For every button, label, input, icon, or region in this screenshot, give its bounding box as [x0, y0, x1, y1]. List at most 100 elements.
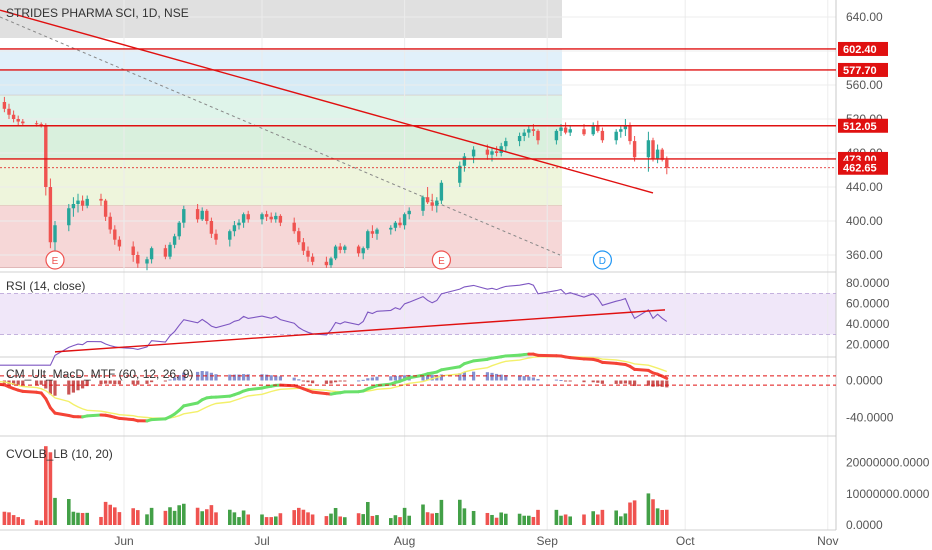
candle-body [485, 149, 490, 155]
candle-body [665, 159, 669, 168]
rsi-tick-label: 20.0000 [846, 338, 890, 352]
candle-body [522, 132, 526, 136]
candle-body [471, 149, 476, 157]
macd-histogram-bar [145, 380, 149, 384]
volume-bar [343, 517, 347, 525]
volume-bar [504, 513, 508, 525]
volume-bar [80, 512, 85, 525]
candle-body [11, 114, 16, 119]
macd-line-segment [150, 417, 167, 422]
volume-bar [370, 515, 375, 525]
rsi-tick-label: 60.0000 [846, 297, 890, 311]
volume-bar [149, 507, 154, 525]
rsi-tick-label: 40.0000 [846, 317, 890, 331]
macd-histogram-bar [651, 380, 655, 387]
rsi-pane-title: RSI (14, close) [6, 279, 85, 293]
macd-histogram-bar [495, 373, 499, 381]
volume-bar [596, 514, 600, 525]
candle-body [131, 246, 135, 255]
volume-bar [393, 515, 398, 525]
candle-body [145, 259, 149, 264]
macd-histogram-bar [311, 380, 315, 384]
volume-bar [619, 516, 623, 525]
volume-bar [228, 509, 232, 525]
volume-bar [205, 509, 209, 525]
rsi-band [0, 293, 836, 335]
volume-bar [85, 512, 89, 525]
macd-line-segment [472, 357, 489, 363]
macd-histogram-bar [39, 380, 43, 385]
volume-bar [53, 497, 57, 525]
candle-body [67, 208, 71, 226]
candle-body [591, 125, 595, 135]
candle-body [366, 231, 370, 249]
candle-body [531, 129, 536, 131]
macd-histogram-bar [113, 380, 117, 385]
macd-pane-title: CM_Ult_MacD_MTF (60, 12, 26, 9) [6, 367, 193, 381]
volume-bar [554, 509, 559, 525]
volume-bar [103, 501, 108, 525]
candle-body [205, 210, 209, 221]
candle-body [425, 197, 430, 203]
price-tag-label: 512.05 [843, 121, 877, 133]
volume-bar [16, 517, 20, 525]
macd-histogram-bar [71, 380, 75, 393]
volume-bar [490, 514, 494, 525]
candle-body [241, 214, 246, 223]
fib-zone [0, 125, 562, 159]
macd-histogram-bar [246, 374, 250, 381]
macd-histogram-bar [136, 380, 140, 385]
candle-body [619, 129, 623, 132]
fib-zone [0, 48, 562, 70]
macd-histogram-bar [531, 377, 535, 381]
event-marker-label: E [52, 256, 59, 267]
candle-body [494, 151, 499, 153]
candle-body [228, 231, 232, 240]
volume-bar [246, 514, 250, 525]
volume-bar [582, 514, 586, 525]
macd-histogram-bar [228, 374, 232, 381]
candle-body [108, 216, 112, 230]
macd-histogram-bar [242, 374, 246, 381]
candle-body [356, 246, 361, 254]
macd-histogram-bar [393, 375, 397, 381]
volume-bar [494, 517, 499, 525]
volume-bar [269, 517, 273, 525]
candle-body [310, 256, 315, 262]
candle-body [393, 222, 398, 228]
volume-bar [163, 510, 168, 525]
volume-bar [536, 509, 540, 525]
candle-body [39, 124, 43, 126]
fib-zone [0, 95, 562, 126]
price-tick-label: 360.00 [846, 248, 883, 262]
time-tick-label: Nov [817, 534, 838, 548]
volume-bar [655, 508, 660, 525]
candle-body [113, 229, 117, 240]
candle-body [517, 136, 522, 142]
macd-histogram-bar [324, 380, 328, 384]
candle-body [172, 236, 177, 245]
volume-bar [527, 515, 531, 525]
candle-body [324, 261, 329, 266]
candle-body [338, 246, 342, 250]
fib-zone [0, 69, 562, 96]
candle-body [596, 125, 600, 131]
macd-histogram-bar [53, 380, 57, 396]
volume-bar [71, 511, 76, 525]
macd-histogram-bar [278, 376, 282, 381]
macd-histogram-bar [554, 379, 558, 381]
candle-body [462, 156, 467, 166]
candle-body [651, 140, 655, 159]
macd-histogram-bar [297, 379, 301, 381]
volume-bar [297, 507, 301, 525]
volume-bar [600, 509, 605, 525]
event-marker-label: E [438, 256, 445, 267]
candle-body [53, 225, 57, 243]
volume-bar [182, 503, 186, 525]
time-tick-label: Oct [676, 534, 695, 548]
candle-body [103, 200, 108, 217]
candle-body [71, 204, 76, 209]
price-tag-label: 462.65 [843, 163, 877, 175]
candle-body [200, 210, 204, 220]
volume-bar [623, 513, 628, 525]
